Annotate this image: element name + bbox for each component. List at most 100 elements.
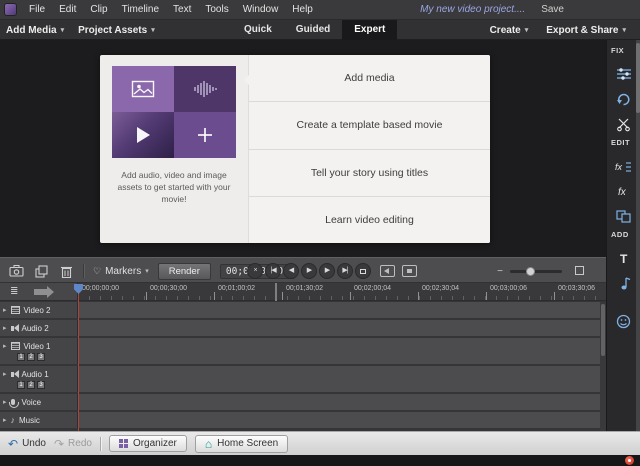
target-badge-1[interactable]: 1 [17, 353, 25, 361]
ruler-label: 00;03;30;06 [558, 285, 595, 292]
menu-clip[interactable]: Clip [83, 0, 114, 20]
track-lane-voice[interactable] [78, 394, 606, 410]
track-header-video-1[interactable]: ▸ Video 1 1 2 3 [0, 338, 78, 364]
sidebar-scrollbar[interactable] [636, 40, 640, 431]
menu-edit[interactable]: Edit [52, 0, 83, 20]
delete-icon[interactable] [58, 263, 74, 279]
disclosure-icon[interactable]: ▸ [3, 416, 7, 424]
disclosure-icon[interactable]: ▸ [3, 398, 7, 406]
track-lane-video-2[interactable] [78, 302, 606, 318]
music-track-icon: ♪ [11, 416, 16, 424]
go-to-start-button[interactable]: |◀ [265, 263, 281, 279]
create-button[interactable]: Create ▾ [490, 25, 529, 36]
track-lane-audio-1[interactable] [78, 366, 606, 392]
track-header-video-2[interactable]: ▸ Video 2 [0, 302, 78, 318]
titles-icon[interactable]: T [615, 250, 633, 266]
audio-media-tile[interactable] [174, 66, 236, 112]
disclosure-icon[interactable]: ▸ [3, 370, 7, 378]
play-button[interactable]: ▶ [301, 263, 317, 279]
target-badge-3[interactable]: 3 [37, 353, 45, 361]
export-share-button[interactable]: Export & Share ▾ [546, 25, 626, 36]
video-media-tile[interactable] [112, 112, 174, 158]
fit-timeline-button[interactable] [575, 266, 584, 275]
track-lane-video-1[interactable] [78, 338, 606, 364]
track-header-audio-1[interactable]: ▸ Audio 1 1 2 3 [0, 366, 78, 392]
track-name: Audio 2 [22, 324, 49, 333]
ruler-label: 00;01;00;02 [218, 285, 255, 292]
target-badge-1[interactable]: 1 [17, 381, 25, 389]
action-learn-editing[interactable]: Learn video editing [249, 197, 490, 243]
music-icon[interactable] [615, 275, 633, 291]
image-media-tile[interactable] [112, 66, 174, 112]
audio-mix-icon[interactable] [380, 265, 395, 277]
track-settings-icon[interactable]: ≣ [10, 286, 18, 297]
disclosure-icon[interactable]: ▸ [3, 306, 7, 314]
track-lane-audio-2[interactable] [78, 320, 606, 336]
scrollbar-thumb[interactable] [601, 304, 605, 356]
undo-icon: ↶ [8, 438, 18, 450]
disclosure-icon[interactable]: ▸ [3, 342, 7, 350]
svg-text:fx: fx [615, 162, 623, 172]
target-badge-2[interactable]: 2 [27, 353, 35, 361]
organizer-button[interactable]: Organizer [109, 435, 187, 452]
zoom-out-icon[interactable]: − [497, 266, 503, 277]
scissors-icon[interactable] [615, 116, 633, 132]
project-name-link[interactable]: My new video project.... [420, 4, 525, 15]
action-story-titles[interactable]: Tell your story using titles [249, 150, 490, 197]
adjust-sliders-icon[interactable] [615, 66, 633, 82]
action-add-media[interactable]: Add media [249, 55, 490, 102]
split-clip-button[interactable]: × [247, 263, 263, 279]
section-label-add: ADD [611, 230, 629, 239]
graphics-icon[interactable] [615, 313, 633, 329]
add-media-tile[interactable] [174, 112, 236, 158]
time-ruler[interactable]: 00;00;00;00 00;00;30;00 00;01;00;02 00;0… [78, 283, 606, 301]
elements-tray-icon[interactable] [625, 456, 634, 465]
rotate-fix-icon[interactable] [615, 91, 633, 107]
preview-monitor-icon[interactable] [402, 265, 417, 277]
track-row-audio-1: ▸ Audio 1 1 2 3 [0, 366, 606, 392]
action-template-movie[interactable]: Create a template based movie [249, 102, 490, 149]
track-row-music: ▸ ♪ Music [0, 412, 606, 428]
applied-effects-icon[interactable]: fx [615, 158, 633, 174]
go-to-end-button[interactable]: ▶| [337, 263, 353, 279]
menu-help[interactable]: Help [285, 0, 320, 20]
track-row-voice: ▸ Voice [0, 394, 606, 410]
effects-icon[interactable]: fx [615, 183, 633, 199]
track-header-audio-2[interactable]: ▸ Audio 2 [0, 320, 78, 336]
step-forward-button[interactable]: ▶ [319, 263, 335, 279]
save-button[interactable]: Save [541, 4, 564, 15]
timeline-scrollbar[interactable] [600, 302, 606, 431]
target-badge-3[interactable]: 3 [37, 381, 45, 389]
zoom-slider[interactable] [510, 270, 562, 273]
track-lane-music[interactable] [78, 412, 606, 428]
work-area-marker[interactable] [275, 283, 277, 301]
zoom-slider-thumb[interactable] [526, 267, 535, 276]
menu-timeline[interactable]: Timeline [115, 0, 166, 20]
tab-quick[interactable]: Quick [232, 20, 284, 40]
add-media-button[interactable]: Add Media ▾ [6, 25, 64, 36]
track-header-music[interactable]: ▸ ♪ Music [0, 412, 78, 428]
step-back-button[interactable]: ◀ [283, 263, 299, 279]
render-button[interactable]: Render [158, 263, 211, 280]
duplicate-icon[interactable] [33, 263, 49, 279]
freeze-frame-icon[interactable] [8, 263, 24, 279]
menu-file[interactable]: File [22, 0, 52, 20]
menu-text[interactable]: Text [166, 0, 198, 20]
fullscreen-button[interactable] [355, 263, 371, 279]
ruler-label: 00;03;00;06 [490, 285, 527, 292]
track-header-voice[interactable]: ▸ Voice [0, 394, 78, 410]
tab-guided[interactable]: Guided [284, 20, 342, 40]
premiere-elements-window: File Edit Clip Timeline Text Tools Windo… [0, 0, 640, 466]
target-badge-2[interactable]: 2 [27, 381, 35, 389]
project-assets-button[interactable]: Project Assets ▾ [78, 25, 155, 36]
tab-expert[interactable]: Expert [342, 20, 397, 40]
redo-button[interactable]: ↷ Redo [54, 438, 92, 450]
transitions-icon[interactable] [615, 208, 633, 224]
menu-window[interactable]: Window [236, 0, 286, 20]
disclosure-icon[interactable]: ▸ [3, 324, 7, 332]
caret-down-icon: ▾ [61, 26, 65, 34]
markers-button[interactable]: ♡ Markers ▾ [93, 266, 149, 277]
undo-button[interactable]: ↶ Undo [8, 438, 46, 450]
menu-tools[interactable]: Tools [198, 0, 235, 20]
home-screen-button[interactable]: ⌂ Home Screen [195, 435, 288, 453]
